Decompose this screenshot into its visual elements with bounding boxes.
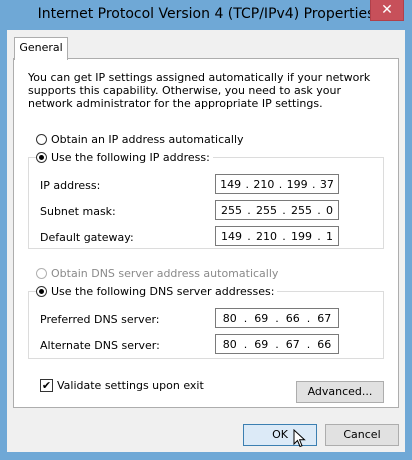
ip-octet: 149: [220, 177, 242, 191]
ip-octet: 199: [286, 177, 308, 191]
dns-octet: 80: [222, 311, 237, 325]
gateway-octet: 210: [256, 229, 277, 243]
ip-octet: 37: [319, 177, 334, 191]
subnet-octet: 255: [291, 203, 312, 217]
dialog-window: Internet Protocol Version 4 (TCP/IPv4) P…: [0, 0, 412, 460]
description-text: You can get IP settings assigned automat…: [28, 71, 371, 110]
advanced-button[interactable]: Advanced...: [296, 381, 384, 403]
cancel-button[interactable]: Cancel: [325, 424, 399, 446]
subnet-mask-input[interactable]: 255. 255. 255. 0: [215, 200, 339, 220]
gateway-octet: 199: [291, 229, 312, 243]
general-tab-panel: You can get IP settings assigned automat…: [13, 58, 399, 408]
subnet-mask-label: Subnet mask:: [40, 205, 116, 218]
dns-octet: 80: [222, 337, 237, 351]
ip-octet: 210: [253, 177, 275, 191]
octet-separator: .: [275, 337, 279, 351]
dns-octet: 67: [285, 337, 300, 351]
octet-separator: .: [243, 337, 248, 351]
octet-separator: .: [306, 337, 311, 351]
ip-auto-radio[interactable]: [36, 134, 47, 145]
dns-octet: 66: [285, 311, 300, 325]
dns-auto-radio: [36, 268, 47, 279]
alternate-dns-label: Alternate DNS server:: [40, 339, 160, 352]
ip-auto-label: Obtain an IP address automatically: [51, 133, 244, 146]
close-icon: ✕: [381, 2, 393, 18]
window-title: Internet Protocol Version 4 (TCP/IPv4) P…: [37, 6, 375, 22]
mouse-pointer-icon: [293, 429, 306, 448]
octet-separator: .: [243, 311, 248, 325]
dialog-client-area: General You can get IP settings assigned…: [7, 30, 405, 452]
ip-auto-option[interactable]: Obtain an IP address automatically: [36, 133, 244, 146]
octet-separator: .: [306, 311, 311, 325]
dns-manual-option[interactable]: Use the following DNS server addresses:: [36, 285, 278, 298]
validate-option[interactable]: ✔ Validate settings upon exit: [40, 379, 204, 392]
dns-auto-label: Obtain DNS server address automatically: [51, 267, 279, 280]
validate-label: Validate settings upon exit: [57, 379, 204, 392]
subnet-octet: 0: [326, 203, 333, 217]
ip-manual-option[interactable]: Use the following IP address:: [36, 151, 213, 164]
ip-address-label: IP address:: [40, 179, 101, 192]
octet-separator: .: [278, 177, 283, 191]
dns-manual-radio[interactable]: [36, 286, 47, 297]
octet-separator: .: [247, 203, 251, 217]
octet-separator: .: [282, 203, 286, 217]
dns-manual-label: Use the following DNS server addresses:: [51, 285, 275, 298]
ip-address-input[interactable]: 149. 210. 199. 37: [215, 174, 339, 194]
dns-octet: 67: [317, 311, 332, 325]
ip-manual-label: Use the following IP address:: [51, 151, 210, 164]
ip-manual-radio[interactable]: [36, 152, 47, 163]
subnet-octet: 255: [256, 203, 277, 217]
octet-separator: .: [312, 177, 316, 191]
dns-octet: 69: [254, 337, 269, 351]
checkmark-icon: ✔: [41, 379, 52, 392]
dns-octet: 66: [317, 337, 332, 351]
title-bar[interactable]: Internet Protocol Version 4 (TCP/IPv4) P…: [0, 0, 412, 30]
tab-general[interactable]: General: [14, 37, 68, 60]
default-gateway-label: Default gateway:: [40, 231, 134, 244]
octet-separator: .: [275, 311, 279, 325]
dns-auto-option: Obtain DNS server address automatically: [36, 267, 278, 280]
octet-separator: .: [247, 229, 251, 243]
preferred-dns-input[interactable]: 80. 69. 66. 67: [215, 308, 339, 328]
gateway-octet: 149: [221, 229, 242, 243]
octet-separator: .: [282, 229, 286, 243]
octet-separator: .: [317, 203, 321, 217]
octet-separator: .: [317, 229, 321, 243]
default-gateway-input[interactable]: 149. 210. 199. 1: [215, 226, 339, 246]
preferred-dns-label: Preferred DNS server:: [40, 313, 160, 326]
gateway-octet: 1: [326, 229, 333, 243]
alternate-dns-input[interactable]: 80. 69. 67. 66: [215, 334, 339, 354]
subnet-octet: 255: [221, 203, 242, 217]
validate-checkbox[interactable]: ✔: [40, 379, 53, 392]
close-button[interactable]: ✕: [370, 0, 404, 21]
dns-octet: 69: [254, 311, 269, 325]
octet-separator: .: [245, 177, 250, 191]
